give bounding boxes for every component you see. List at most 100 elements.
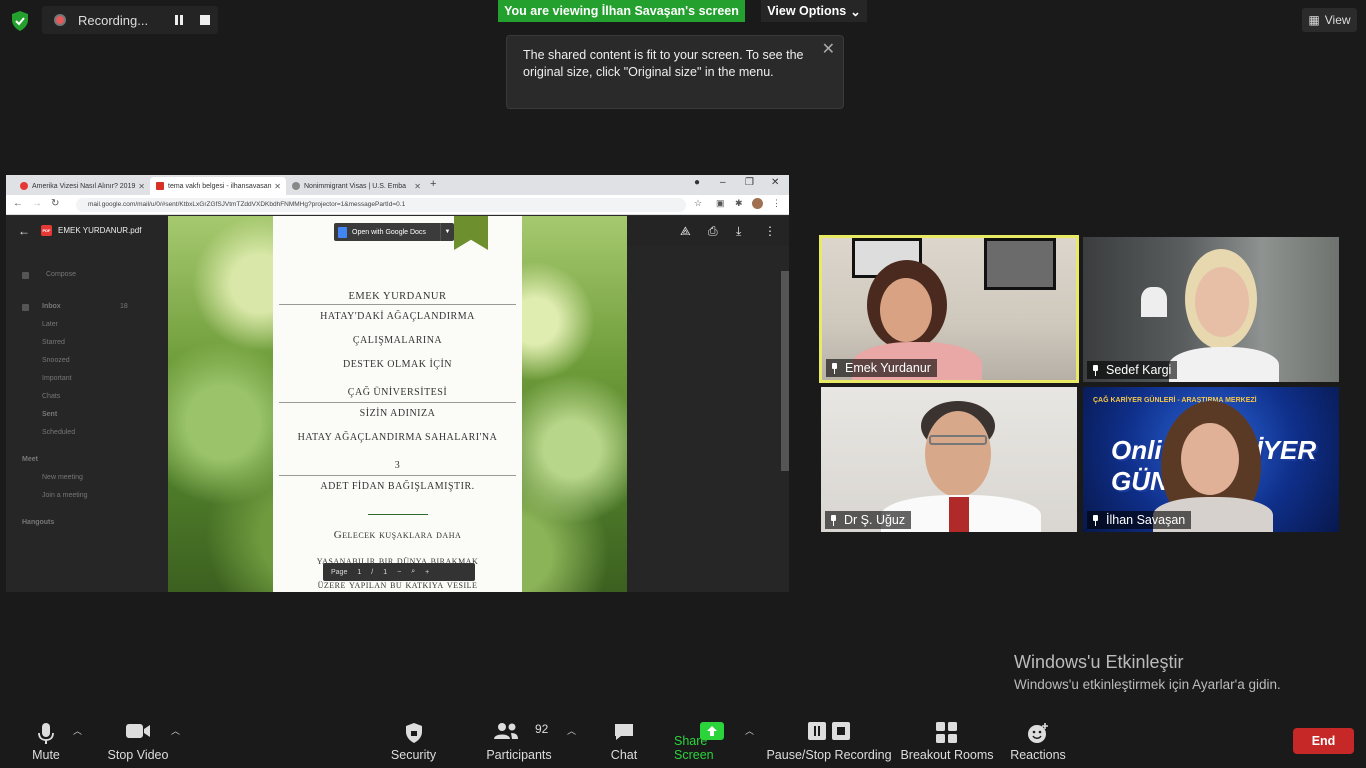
share-screen-button[interactable]: Share Screen (674, 708, 750, 768)
new-tab-icon[interactable]: + (430, 178, 436, 190)
recording-dot-icon (54, 14, 66, 26)
view-button[interactable]: ▦ View (1302, 8, 1357, 32)
forward-arrow-icon[interactable]: → (32, 198, 42, 209)
close-tab-icon[interactable]: ✕ (274, 182, 281, 191)
extension-icon[interactable]: ▣ (716, 199, 725, 208)
pdf-page-controls: Page 1 / 1 − ⌕ + (323, 563, 475, 581)
print-icon[interactable]: ⎙ (708, 224, 718, 239)
participant-name: İlhan Savaşan (1106, 513, 1186, 527)
video-tile-sedef[interactable]: Sedef Kargi (1083, 237, 1339, 382)
meet-item-new[interactable]: New meeting (42, 474, 83, 481)
google-docs-icon (338, 226, 347, 238)
certificate-name: EMEK YURDANUR (348, 291, 447, 302)
chevron-down-icon[interactable]: ▼ (440, 223, 454, 241)
participant-name-tag: Emek Yurdanur (826, 359, 937, 377)
pin-icon (1091, 514, 1100, 526)
chat-button[interactable]: Chat (600, 708, 648, 768)
sidebar-item-important[interactable]: Important (42, 375, 72, 382)
url-text: mail.google.com/mail/u/0/#sent/KtbxLxGrZ… (88, 201, 406, 208)
minimize-icon[interactable]: – (720, 177, 726, 188)
close-icon[interactable]: ✕ (822, 41, 835, 58)
add-to-drive-icon[interactable]: ⟁ (680, 224, 691, 239)
browser-tab-active[interactable]: tema vakfı belgesi - ilhansavasan ✕ (150, 177, 286, 195)
divider (279, 304, 516, 305)
browser-tab[interactable]: Amerika Vizesi Nasıl Alınır? 2019 ✕ (14, 177, 150, 195)
reload-icon[interactable]: ↻ (51, 198, 59, 209)
kebab-menu-icon[interactable]: ⋮ (772, 199, 781, 208)
person (949, 497, 969, 532)
view-options-button[interactable]: View Options ⌄ (761, 0, 867, 22)
close-window-icon[interactable]: ✕ (771, 177, 779, 188)
kebab-menu-icon[interactable]: ⋮ (764, 224, 776, 238)
pdf-file-icon: PDF (41, 225, 52, 236)
video-options-chevron-icon[interactable]: ︿ (171, 724, 180, 737)
url-field[interactable]: mail.google.com/mail/u/0/#sent/KtbxLxGrZ… (76, 198, 686, 212)
smiley-reaction-icon (1028, 723, 1048, 743)
pin-icon (829, 514, 838, 526)
video-tile-uguz[interactable]: Dr Ş. Uğuz (821, 387, 1077, 532)
back-arrow-icon[interactable]: ← (13, 198, 23, 209)
restore-icon[interactable]: ❐ (745, 177, 754, 188)
close-tab-icon[interactable]: ✕ (414, 182, 421, 191)
zoom-out-icon[interactable]: − (397, 569, 401, 576)
fit-to-screen-tooltip: The shared content is fit to your screen… (506, 35, 844, 109)
sidebar-item-chats[interactable]: Chats (42, 393, 60, 400)
avatar[interactable] (752, 198, 763, 209)
back-arrow-icon[interactable]: ← (18, 224, 30, 238)
stop-video-button[interactable]: Stop Video (104, 708, 172, 768)
close-tab-icon[interactable]: ✕ (138, 182, 145, 191)
scrollbar[interactable] (781, 271, 789, 471)
reactions-label: Reactions (1010, 748, 1066, 762)
sidebar-item-sent[interactable]: Sent (42, 411, 57, 418)
certificate-line: ÇAĞ ÜNİVERSİTESİ (347, 387, 448, 398)
breakout-rooms-button[interactable]: Breakout Rooms (900, 708, 994, 768)
open-with-google-docs-button[interactable]: Open with Google Docs ▼ (334, 223, 454, 241)
participant-name: Emek Yurdanur (845, 361, 931, 375)
video-camera-icon (126, 724, 150, 738)
puzzle-icon[interactable]: ✱ (735, 199, 744, 208)
pause-stop-recording-button[interactable]: Pause/Stop Recording (766, 708, 892, 768)
shared-screen[interactable]: Amerika Vizesi Nasıl Alınır? 2019 ✕ tema… (6, 175, 789, 592)
activation-watermark-subtitle: Windows'u etkinleştirmek için Ayarlar'a … (1014, 677, 1281, 692)
sidebar-item-scheduled[interactable]: Scheduled (42, 429, 75, 436)
audio-options-chevron-icon[interactable]: ︿ (73, 724, 82, 737)
share-options-chevron-icon[interactable]: ︿ (745, 724, 754, 737)
sidebar-item-later[interactable]: Later (42, 321, 58, 328)
stop-recording-icon[interactable] (200, 15, 210, 25)
star-icon[interactable]: ☆ (694, 199, 703, 208)
end-meeting-button[interactable]: End (1293, 728, 1354, 754)
meet-item-join[interactable]: Join a meeting (42, 492, 88, 499)
encryption-shield-icon[interactable] (10, 10, 30, 32)
certificate-line: ADET FİDAN BAĞIŞLAMIŞTIR. (320, 481, 475, 492)
certificate-line: DESTEK OLMAK İÇİN (342, 359, 453, 370)
view-options-label: View Options (767, 4, 847, 18)
tab-label: Nonimmigrant Visas | U.S. Emba (304, 182, 407, 190)
breakout-rooms-icon (936, 722, 957, 743)
page-label: Page (331, 568, 348, 576)
sidebar-item-snoozed[interactable]: Snoozed (42, 357, 70, 364)
security-button[interactable]: Security (386, 708, 441, 768)
stop-video-label: Stop Video (107, 748, 169, 762)
sidebar-item-starred[interactable]: Starred (42, 339, 65, 346)
page-current[interactable]: 1 (357, 569, 361, 576)
video-tile-emek[interactable]: Emek Yurdanur (819, 235, 1079, 383)
pause-recording-icon[interactable] (174, 15, 184, 25)
sidebar-item-compose[interactable]: Compose (46, 271, 76, 278)
participant-name: Sedef Kargi (1106, 363, 1172, 377)
profile-circle-icon[interactable]: ● (694, 177, 700, 188)
browser-tab[interactable]: Nonimmigrant Visas | U.S. Emba ✕ (286, 177, 426, 195)
download-icon[interactable]: ⤓ (736, 224, 741, 239)
participants-count: 92 (535, 722, 549, 736)
gmail-favicon-icon (156, 182, 164, 190)
pause-stop-recording-label: Pause/Stop Recording (766, 748, 892, 762)
inbox-icon (22, 304, 29, 311)
meeting-toolbar: Mute ︿ Stop Video ︿ Security 92 Particip… (0, 708, 1366, 768)
reactions-button[interactable]: Reactions (1010, 708, 1066, 768)
sidebar-item-inbox[interactable]: Inbox (42, 303, 61, 310)
zoom-in-icon[interactable]: + (425, 569, 429, 576)
participants-button[interactable]: 92 Participants (484, 708, 554, 768)
video-tile-ilhan[interactable]: ÇAĞ KARİYER GÜNLERİ - ARAŞTIRMA MERKEZİ … (1083, 387, 1339, 532)
mute-button[interactable]: Mute (22, 708, 70, 768)
participants-options-chevron-icon[interactable]: ︿ (567, 724, 576, 737)
chat-bubble-icon (615, 724, 633, 740)
